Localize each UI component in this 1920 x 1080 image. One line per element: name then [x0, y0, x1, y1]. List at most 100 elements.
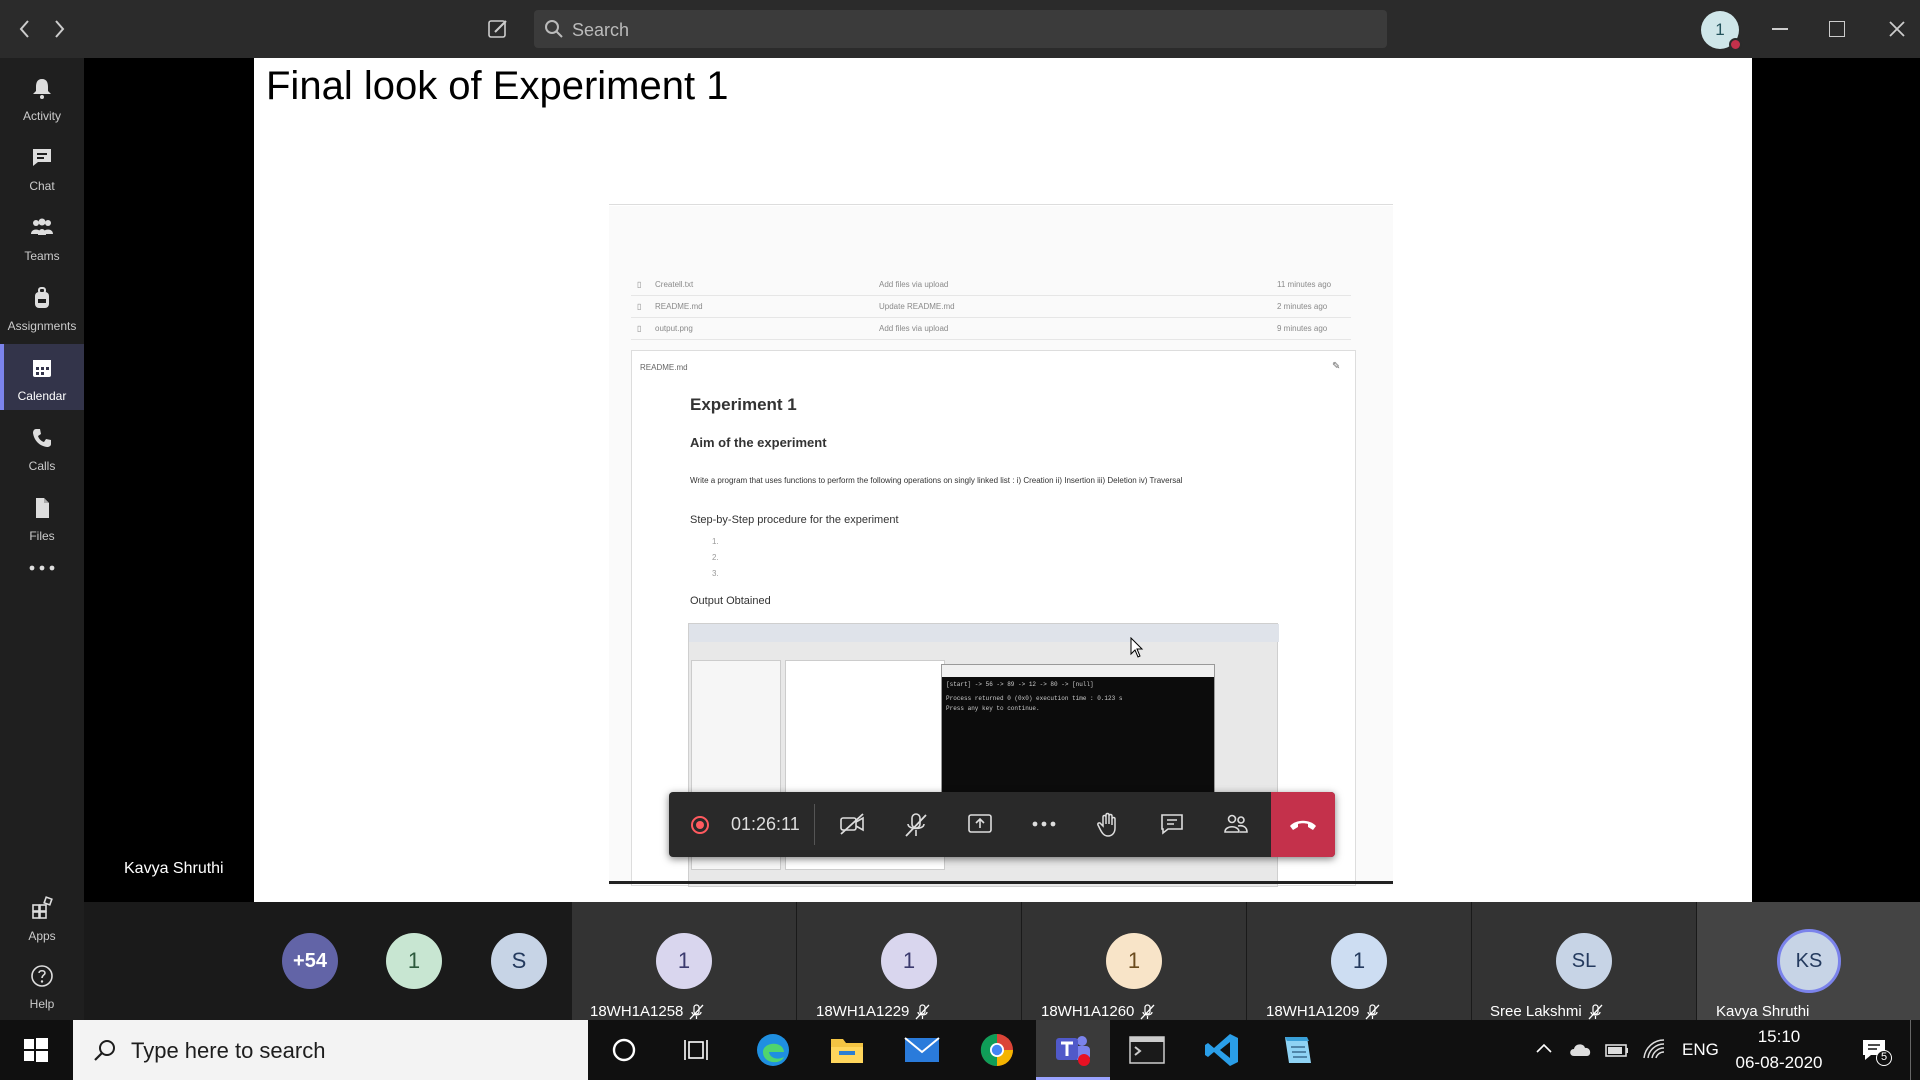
participant-avatar[interactable]: S: [491, 933, 547, 989]
procedure-heading: Step-by-Step procedure for the experimen…: [690, 514, 899, 526]
rail-item-chat[interactable]: Chat: [0, 134, 84, 200]
file-icon: ▯: [637, 324, 642, 333]
rail-item-calls[interactable]: Calls: [0, 414, 84, 480]
search-placeholder: Search: [572, 20, 630, 40]
profile-avatar[interactable]: 1: [1701, 11, 1742, 51]
participant-avatar: 1: [1106, 933, 1162, 989]
participant-avatar: 1: [656, 933, 712, 989]
rail-label: Calendar: [17, 389, 67, 403]
divider: [609, 204, 1393, 205]
taskbar-app-vscode[interactable]: [1185, 1020, 1259, 1080]
participant-avatar: 1: [881, 933, 937, 989]
input-language[interactable]: ENG: [1682, 1040, 1719, 1060]
rail-item-teams[interactable]: Teams: [0, 204, 84, 270]
output-heading: Output Obtained: [690, 595, 771, 607]
bell-icon: [33, 79, 51, 99]
raise-hand-button[interactable]: [1075, 792, 1139, 857]
app-rail: Activity Chat Teams Assignments Calendar…: [0, 58, 84, 1020]
file-icon: ▯: [637, 302, 642, 311]
overflow-participants-avatar[interactable]: +54: [282, 933, 338, 989]
aim-heading: Aim of the experiment: [690, 435, 827, 450]
taskbar-app-teams[interactable]: [1036, 1020, 1110, 1080]
rail-item-files[interactable]: Files: [0, 484, 84, 550]
participant-name: 18WH1A1209: [1266, 1002, 1360, 1020]
rail-item-apps[interactable]: Apps: [0, 884, 84, 950]
participant-tile-self[interactable]: KS Kavya Shruthi: [1697, 902, 1920, 1020]
teams-icon: [1056, 1036, 1090, 1066]
restore-button[interactable]: [1829, 21, 1845, 37]
show-desktop-button[interactable]: [1910, 1020, 1920, 1080]
camera-off-icon: [840, 813, 864, 835]
rail-label: Teams: [24, 249, 60, 263]
onedrive-button[interactable]: [1568, 1038, 1594, 1060]
chevron-left-icon[interactable]: [10, 0, 40, 61]
meeting-controls: 01:26:11: [669, 792, 1335, 857]
procedure-item: 3.: [712, 569, 719, 578]
search-input[interactable]: Search: [534, 10, 1387, 48]
file-row: ▯ Createll.txt Add files via upload 11 m…: [631, 274, 1351, 296]
leave-call-button[interactable]: [1271, 792, 1335, 857]
participant-tile[interactable]: SL Sree Lakshmi: [1472, 902, 1696, 1020]
file-icon: ▯: [637, 280, 642, 289]
clock[interactable]: 15:10 06-08-2020: [1734, 1024, 1824, 1076]
readme-label: README.md: [640, 363, 688, 372]
ide-toolbar: [689, 624, 1279, 642]
chevron-right-icon[interactable]: [44, 0, 74, 61]
start-button[interactable]: [0, 1020, 73, 1080]
close-button[interactable]: [1886, 18, 1908, 40]
task-view-button[interactable]: [659, 1020, 733, 1080]
taskbar-app-mail[interactable]: [885, 1020, 959, 1080]
rail-item-assignments[interactable]: Assignments: [0, 274, 84, 340]
taskbar-search[interactable]: Type here to search: [73, 1020, 588, 1080]
mic-off-icon: [1588, 1004, 1603, 1020]
share-screen-button[interactable]: [947, 792, 1011, 857]
chat-icon: [33, 149, 51, 166]
meeting-timer: 01:26:11: [731, 814, 800, 834]
rail-label: Calls: [28, 459, 56, 473]
more-actions-button[interactable]: [1011, 792, 1075, 857]
divider: [609, 881, 1393, 884]
participant-name-row: 18WH1A1209: [1247, 1003, 1471, 1020]
camera-toggle-button[interactable]: [819, 792, 883, 857]
title-bar: Search 1: [0, 0, 1920, 58]
mic-off-icon: [915, 1004, 930, 1020]
cortana-icon: [612, 1038, 636, 1062]
rail-item-calendar[interactable]: Calendar: [0, 344, 84, 410]
mic-off-icon: [1140, 1004, 1155, 1020]
taskbar-app-terminal[interactable]: [1110, 1020, 1184, 1080]
mic-toggle-button[interactable]: [883, 792, 947, 857]
chrome-icon: [980, 1033, 1013, 1067]
wifi-button[interactable]: [1642, 1038, 1666, 1060]
participant-tile[interactable]: 1 18WH1A1229: [797, 902, 1021, 1020]
search-icon: [545, 20, 563, 38]
participant-tile[interactable]: 1 18WH1A1209: [1247, 902, 1471, 1020]
battery-icon: [1605, 1044, 1628, 1057]
chat-button[interactable]: [1139, 792, 1203, 857]
notifications-button[interactable]: 5: [1860, 1036, 1892, 1066]
battery-button[interactable]: [1604, 1039, 1630, 1061]
participant-tile[interactable]: 1 18WH1A1260: [1022, 902, 1246, 1020]
mic-off-icon: [689, 1004, 704, 1020]
taskbar-app-notepad[interactable]: [1260, 1020, 1334, 1080]
people-icon: [1224, 814, 1248, 833]
rail-label: Activity: [22, 109, 61, 123]
ellipsis-icon: [1032, 821, 1056, 827]
hand-icon: [1097, 812, 1116, 837]
more-apps-button[interactable]: [27, 558, 57, 578]
readme-heading: Experiment 1: [690, 395, 797, 414]
taskbar-app-chrome[interactable]: [960, 1020, 1034, 1080]
compose-icon[interactable]: [486, 17, 512, 43]
participant-tile[interactable]: 1 18WH1A1258: [572, 902, 796, 1020]
participants-button[interactable]: [1203, 792, 1267, 857]
participant-avatar[interactable]: 1: [386, 933, 442, 989]
file-name: README.md: [655, 302, 703, 311]
rail-item-activity[interactable]: Activity: [0, 64, 84, 130]
rail-item-help[interactable]: Help: [0, 952, 84, 1018]
minimize-button[interactable]: [1772, 28, 1788, 30]
taskbar-app-file-explorer[interactable]: [810, 1020, 884, 1080]
cortana-button[interactable]: [587, 1020, 661, 1080]
taskbar-app-edge[interactable]: [736, 1020, 810, 1080]
participant-avatar: SL: [1556, 933, 1612, 989]
tray-overflow-button[interactable]: [1535, 1040, 1553, 1058]
mail-icon: [904, 1037, 940, 1062]
